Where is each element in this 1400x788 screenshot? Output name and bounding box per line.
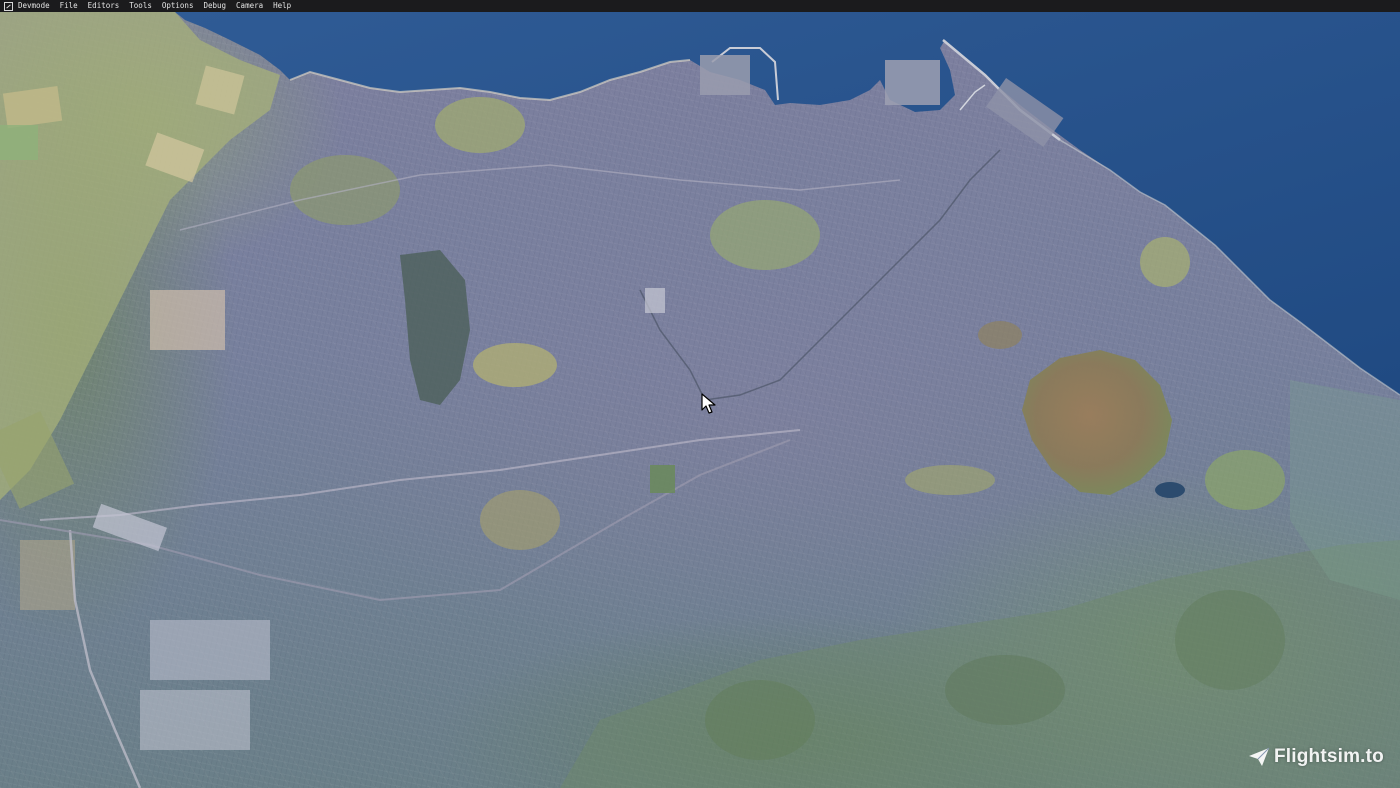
golf-course-murrayfield xyxy=(473,343,557,387)
stadium-2 xyxy=(645,288,665,313)
menu-debug[interactable]: Debug xyxy=(203,0,226,12)
field-7 xyxy=(0,411,75,509)
menu-camera[interactable]: Camera xyxy=(236,0,263,12)
arthurs-seat-hill xyxy=(1022,350,1172,495)
docks-block-2 xyxy=(885,60,940,105)
watermark-text: Flightsim.to xyxy=(1273,746,1384,767)
harbour-breakwater xyxy=(959,84,986,111)
devmode-app-icon[interactable] xyxy=(4,1,13,11)
menu-devmode[interactable]: Devmode xyxy=(18,0,50,12)
field-5 xyxy=(150,290,225,350)
dunsapie-loch xyxy=(1155,482,1185,498)
menu-tools[interactable]: Tools xyxy=(129,0,152,12)
flightsim-watermark: Flightsim.to xyxy=(1248,746,1384,768)
stadium xyxy=(650,465,675,493)
menu-editors[interactable]: Editors xyxy=(88,0,120,12)
paper-plane-icon xyxy=(1248,747,1270,766)
road-city-bypass xyxy=(68,529,142,788)
park-inverleith xyxy=(710,200,820,270)
golf-course-north xyxy=(435,97,525,153)
golf-course-south xyxy=(480,490,560,550)
industrial-estate-3 xyxy=(140,690,250,750)
menu-options[interactable]: Options xyxy=(162,0,194,12)
calton-hill xyxy=(978,321,1022,349)
field-6 xyxy=(20,540,75,610)
docks-block-1 xyxy=(700,55,750,95)
menu-file[interactable]: File xyxy=(60,0,78,12)
park-east xyxy=(1140,237,1190,287)
mouse-pointer-icon xyxy=(701,393,716,414)
simulator-viewport[interactable]: Flightsim.to xyxy=(0,0,1400,788)
woodland-corstorphine xyxy=(400,250,470,405)
devmode-menu-bar: Devmode File Editors Tools Options Debug… xyxy=(0,0,1400,12)
menu-help[interactable]: Help xyxy=(273,0,291,12)
aerial-map xyxy=(0,12,1400,788)
field-2 xyxy=(0,125,38,160)
industrial-estate-2 xyxy=(150,620,270,680)
golf-course-east xyxy=(1205,450,1285,510)
park-meadows xyxy=(905,465,995,495)
road-a8 xyxy=(39,429,801,521)
